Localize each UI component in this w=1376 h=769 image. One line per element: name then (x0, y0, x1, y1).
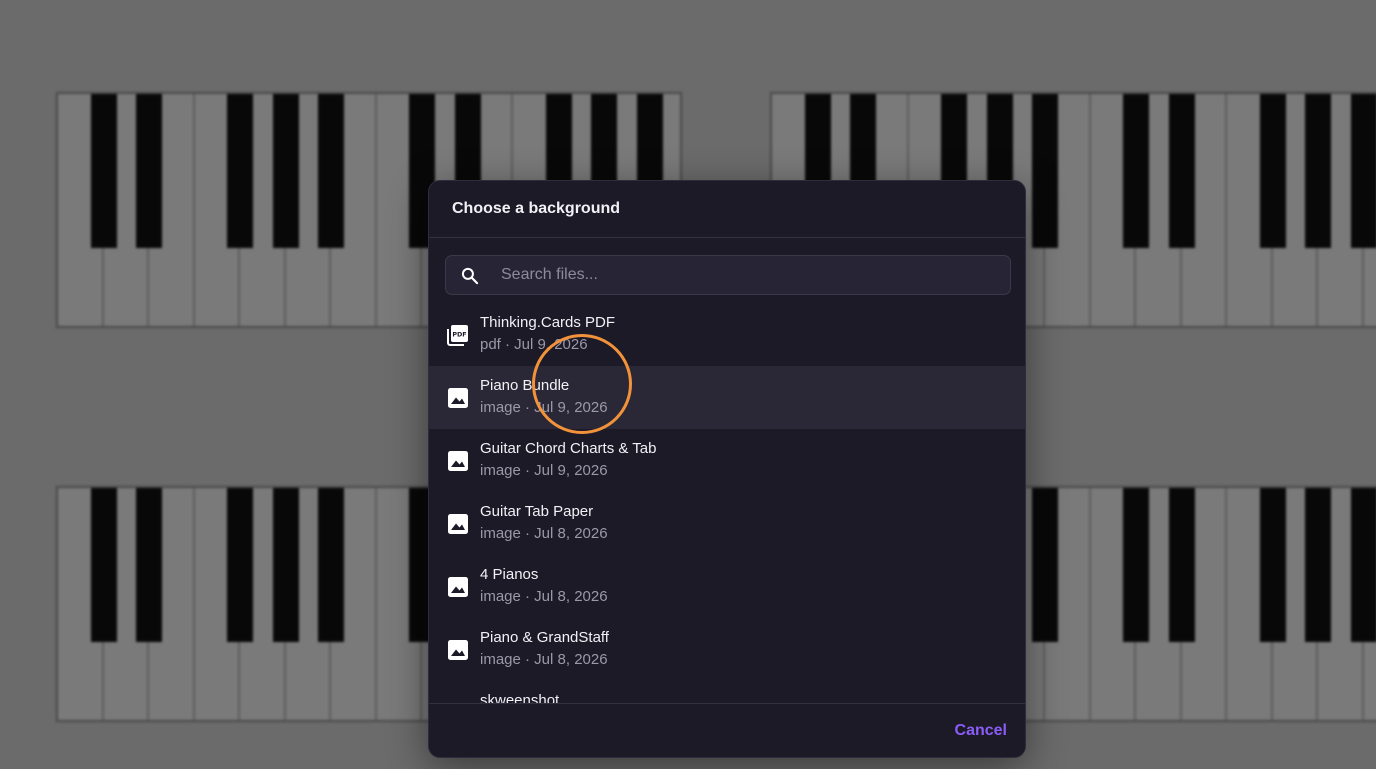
black-key (227, 488, 253, 642)
black-key (1305, 488, 1331, 642)
pdf-icon: PDF (446, 323, 470, 347)
search-input[interactable] (501, 256, 991, 294)
black-key (90, 94, 117, 248)
file-meta: image · Jul 8, 2026 (480, 588, 608, 605)
black-key (318, 94, 344, 248)
file-name: Guitar Chord Charts & Tab (480, 440, 657, 457)
black-key (1259, 94, 1286, 248)
file-list-item[interactable]: skweenshot (429, 681, 1025, 703)
black-key (272, 488, 299, 642)
black-key (136, 94, 162, 248)
black-key (90, 488, 117, 642)
file-name: Guitar Tab Paper (480, 503, 594, 520)
black-key (1168, 488, 1195, 642)
black-key (1123, 94, 1149, 248)
black-key (1123, 488, 1149, 642)
choose-background-dialog: Choose a background PDF Thinking.Cards PD… (428, 180, 1026, 758)
svg-text:PDF: PDF (452, 331, 466, 339)
cancel-button[interactable]: Cancel (953, 720, 1009, 742)
file-name: skweenshot (480, 692, 560, 703)
file-meta: image · Jul 9, 2026 (480, 462, 608, 479)
dialog-header: Choose a background (429, 181, 1025, 238)
file-list: PDF Thinking.Cards PDF pdf · Jul 9, 2026 Pi… (429, 303, 1025, 703)
file-name: 4 Pianos (480, 566, 539, 583)
file-name: Piano Bundle (480, 377, 570, 394)
file-meta: image · Jul 8, 2026 (480, 651, 608, 668)
file-meta: image · Jul 9, 2026 (480, 399, 608, 416)
image-icon (446, 638, 470, 662)
file-list-item[interactable]: Guitar Tab Paper image · Jul 8, 2026 (429, 492, 1025, 555)
dialog-footer: Cancel (429, 703, 1025, 757)
black-key (1259, 488, 1286, 642)
black-key (227, 94, 253, 248)
image-icon (446, 512, 470, 536)
black-key (1350, 488, 1376, 642)
file-list-item[interactable]: Guitar Chord Charts & Tab image · Jul 9, … (429, 429, 1025, 492)
image-icon (446, 449, 470, 473)
file-meta: image · Jul 8, 2026 (480, 525, 608, 542)
black-key (1032, 488, 1058, 642)
file-name: Piano & GrandStaff (480, 629, 609, 646)
black-key (1350, 94, 1376, 248)
file-name: Thinking.Cards PDF (480, 314, 616, 331)
file-list-item[interactable]: PDF Thinking.Cards PDF pdf · Jul 9, 2026 (429, 303, 1025, 366)
file-list-item[interactable]: Piano & GrandStaff image · Jul 8, 2026 (429, 618, 1025, 681)
file-list-item[interactable]: 4 Pianos image · Jul 8, 2026 (429, 555, 1025, 618)
black-key (1032, 94, 1058, 248)
file-meta: pdf · Jul 9, 2026 (480, 336, 588, 353)
image-icon (446, 575, 470, 599)
black-key (1168, 94, 1195, 248)
file-list-item[interactable]: Piano Bundle image · Jul 9, 2026 (429, 366, 1025, 429)
black-key (272, 94, 299, 248)
black-key (318, 488, 344, 642)
black-key (1305, 94, 1331, 248)
search-icon (461, 267, 479, 285)
dialog-title: Choose a background (452, 200, 621, 217)
app-background: Choose a background PDF Thinking.Cards PD… (0, 0, 1376, 769)
black-key (136, 488, 162, 642)
image-icon (446, 386, 470, 410)
search-box[interactable] (445, 255, 1011, 295)
